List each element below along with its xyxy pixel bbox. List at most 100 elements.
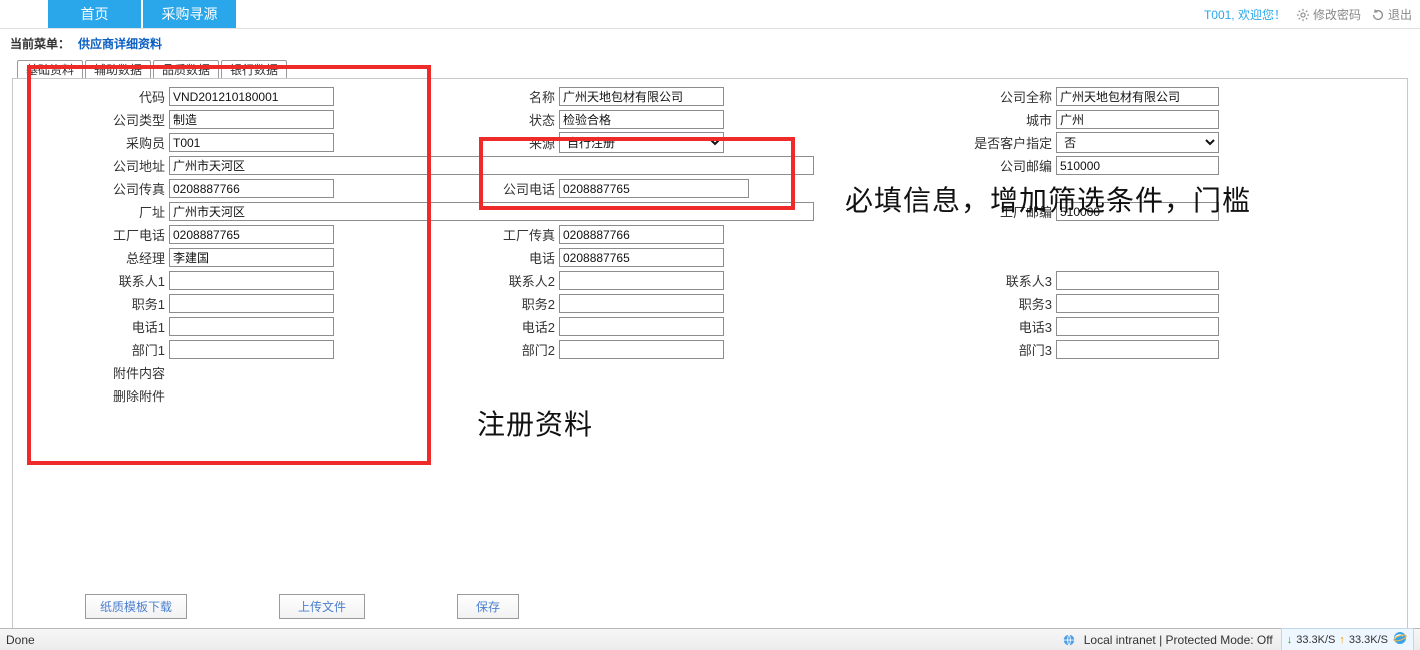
top-nav: 首页 采购寻源	[48, 0, 238, 28]
input-factory-fax[interactable]	[559, 225, 724, 244]
input-contact3[interactable]	[1056, 271, 1219, 290]
lbl-company-tel: 公司电话	[439, 179, 559, 198]
main-panel: 基础资料 辅助数据 品质数据 银行数据 代码 名称 公司全称 公司类型	[12, 78, 1408, 638]
network-rate-badge: ↓ 33.3K/S ↑ 33.3K/S	[1281, 628, 1414, 650]
status-bar: Done Local intranet | Protected Mode: Of…	[0, 628, 1420, 650]
arrow-up-icon: ↑	[1339, 634, 1345, 646]
input-contact2[interactable]	[559, 271, 724, 290]
lbl-dept2: 部门2	[439, 340, 559, 359]
form: 代码 名称 公司全称 公司类型 状态 城市	[13, 79, 1407, 407]
input-company-type[interactable]	[169, 110, 334, 129]
lbl-contact1: 联系人1	[19, 271, 169, 290]
tab-aux[interactable]: 辅助数据	[85, 60, 151, 78]
lbl-factory-addr: 厂址	[19, 202, 169, 221]
input-city[interactable]	[1056, 110, 1219, 129]
action-bar: 纸质模板下载 上传文件 保存	[85, 594, 519, 619]
tabs: 基础资料 辅助数据 品质数据 银行数据	[17, 60, 287, 78]
rate-down: 33.3K/S	[1296, 634, 1335, 646]
input-company-tel[interactable]	[559, 179, 749, 198]
change-password-label: 修改密码	[1313, 6, 1361, 23]
lbl-status: 状态	[439, 110, 559, 129]
lbl-company-addr: 公司地址	[19, 156, 169, 175]
zone-icon	[1062, 632, 1076, 647]
input-company-fax[interactable]	[169, 179, 334, 198]
input-phone[interactable]	[559, 248, 724, 267]
rate-up: 33.3K/S	[1349, 634, 1388, 646]
crumb-title[interactable]: 供应商详细资料	[78, 35, 162, 52]
input-job2[interactable]	[559, 294, 724, 313]
input-name[interactable]	[559, 87, 724, 106]
lbl-city: 城市	[839, 110, 1056, 129]
lbl-company-fax: 公司传真	[19, 179, 169, 198]
lbl-tel1: 电话1	[19, 317, 169, 336]
lbl-contact3: 联系人3	[839, 271, 1056, 290]
crumb-prefix: 当前菜单：	[10, 35, 70, 52]
lbl-attach-content: 附件内容	[19, 363, 169, 382]
change-password-link[interactable]: 修改密码	[1296, 6, 1361, 23]
input-tel1[interactable]	[169, 317, 334, 336]
ie-icon	[1392, 630, 1408, 649]
lbl-customer-spec: 是否客户指定	[839, 133, 1056, 152]
tab-quality[interactable]: 品质数据	[153, 60, 219, 78]
annotation-note: 必填信息，增加筛选条件，门槛	[845, 179, 1251, 219]
input-buyer[interactable]	[169, 133, 334, 152]
lbl-code: 代码	[19, 87, 169, 106]
lbl-factory-tel: 工厂电话	[19, 225, 169, 244]
download-template-button[interactable]: 纸质模板下载	[85, 594, 187, 619]
section-label-register: 注册资料	[477, 403, 593, 443]
select-customer-spec[interactable]: 否	[1056, 132, 1219, 153]
lbl-job1: 职务1	[19, 294, 169, 313]
lbl-source: 来源	[439, 133, 559, 152]
lbl-company-full: 公司全称	[839, 87, 1056, 106]
breadcrumb: 当前菜单： 供应商详细资料	[0, 29, 1420, 56]
input-job3[interactable]	[1056, 294, 1219, 313]
input-status[interactable]	[559, 110, 724, 129]
input-tel2[interactable]	[559, 317, 724, 336]
lbl-factory-fax: 工厂传真	[439, 225, 559, 244]
input-factory-addr[interactable]	[169, 202, 814, 221]
logout-link[interactable]: 退出	[1371, 6, 1412, 23]
select-source[interactable]: 自行注册	[559, 132, 724, 153]
nav-sourcing[interactable]: 采购寻源	[143, 0, 238, 28]
status-zone: Local intranet | Protected Mode: Off	[1084, 633, 1273, 647]
lbl-gm: 总经理	[19, 248, 169, 267]
save-button[interactable]: 保存	[457, 594, 519, 619]
upload-file-button[interactable]: 上传文件	[279, 594, 365, 619]
input-dept2[interactable]	[559, 340, 724, 359]
input-factory-tel[interactable]	[169, 225, 334, 244]
input-company-full[interactable]	[1056, 87, 1219, 106]
gear-icon	[1296, 8, 1310, 22]
nav-home[interactable]: 首页	[48, 0, 143, 28]
lbl-phone: 电话	[439, 248, 559, 267]
lbl-company-type: 公司类型	[19, 110, 169, 129]
lbl-contact2: 联系人2	[439, 271, 559, 290]
refresh-icon	[1371, 8, 1385, 22]
lbl-tel3: 电话3	[839, 317, 1056, 336]
lbl-dept1: 部门1	[19, 340, 169, 359]
input-gm[interactable]	[169, 248, 334, 267]
status-left: Done	[6, 633, 35, 647]
input-dept1[interactable]	[169, 340, 334, 359]
input-company-post[interactable]	[1056, 156, 1219, 175]
lbl-tel2: 电话2	[439, 317, 559, 336]
logout-label: 退出	[1388, 6, 1412, 23]
lbl-dept3: 部门3	[839, 340, 1056, 359]
input-code[interactable]	[169, 87, 334, 106]
input-dept3[interactable]	[1056, 340, 1219, 359]
input-tel3[interactable]	[1056, 317, 1219, 336]
top-bar: 首页 采购寻源 T001, 欢迎您！ 修改密码 退出	[0, 0, 1420, 29]
top-links: T001, 欢迎您！ 修改密码 退出	[1204, 0, 1412, 29]
lbl-buyer: 采购员	[19, 133, 169, 152]
tab-bank[interactable]: 银行数据	[221, 60, 287, 78]
lbl-job3: 职务3	[839, 294, 1056, 313]
input-contact1[interactable]	[169, 271, 334, 290]
lbl-name: 名称	[439, 87, 559, 106]
lbl-job2: 职务2	[439, 294, 559, 313]
tab-basic[interactable]: 基础资料	[17, 60, 83, 78]
welcome-text: T001, 欢迎您！	[1204, 6, 1286, 23]
input-job1[interactable]	[169, 294, 334, 313]
lbl-company-post: 公司邮编	[839, 156, 1056, 175]
lbl-del-attach[interactable]: 删除附件	[19, 386, 169, 405]
input-company-addr[interactable]	[169, 156, 814, 175]
arrow-down-icon: ↓	[1287, 634, 1293, 646]
